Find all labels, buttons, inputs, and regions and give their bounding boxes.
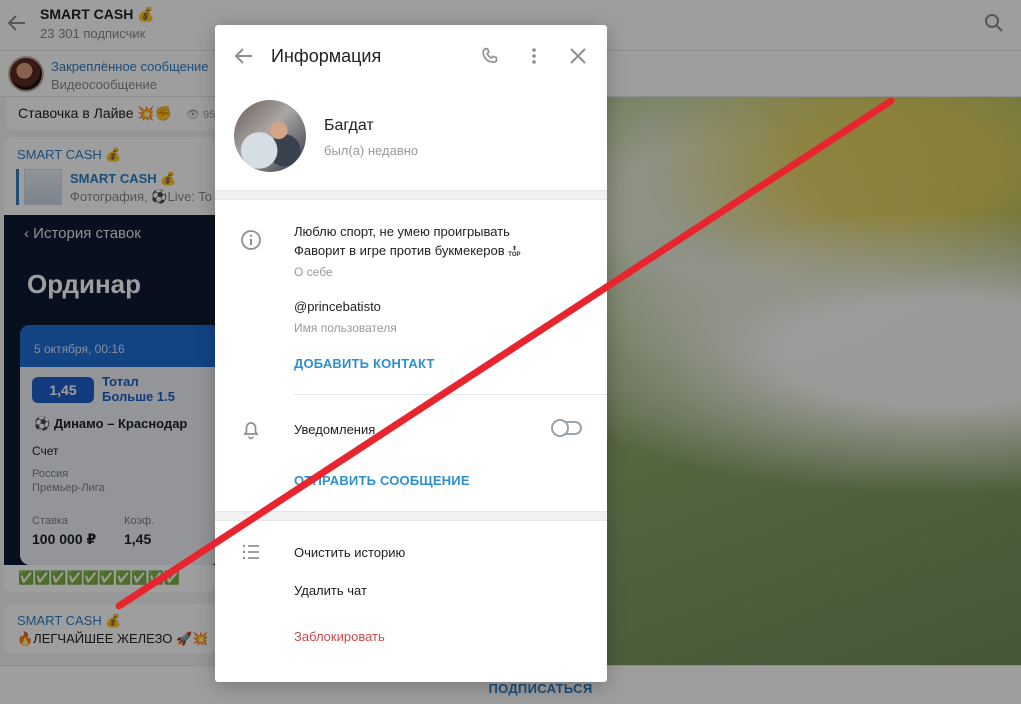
avatar[interactable] [234,100,306,172]
delete-chat-button[interactable]: Удалить чат [294,583,367,598]
section-divider [215,511,607,521]
notifications-toggle[interactable] [551,419,582,437]
username-label: Имя пользователя [294,321,397,335]
username[interactable]: @princebatisto [294,299,381,314]
dialog-title: Информация [271,46,382,66]
close-icon[interactable] [568,46,588,66]
clear-history-button[interactable]: Очистить историю [294,545,405,560]
user-info-dialog: Информация Багдат был(а) недавно Люблю с… [215,25,607,682]
notifications-label: Уведомления [294,422,376,437]
more-vertical-icon[interactable] [524,46,544,66]
bio-label: О себе [294,265,333,279]
divider [294,394,607,395]
phone-icon[interactable] [480,46,500,66]
bio-line: Люблю спорт, не умею проигрывать [294,224,510,239]
bio-line: Фаворит в игре против букмекеров ⬆ TOP [294,243,521,258]
block-user-button[interactable]: Заблокировать [294,629,385,644]
section-divider [215,190,607,200]
user-status: был(а) недавно [324,143,419,158]
user-name: Багдат [324,117,374,134]
send-message-button[interactable]: ОТПРАВИТЬ СООБЩЕНИЕ [294,473,470,488]
toggle-knob [551,419,569,437]
add-contact-button[interactable]: ДОБАВИТЬ КОНТАКТ [294,356,435,371]
back-arrow-icon[interactable] [233,45,255,67]
bell-icon [243,422,259,440]
info-icon [241,230,261,250]
list-icon [242,544,259,560]
top-arrow-icon: ⬆ TOP [508,246,521,258]
